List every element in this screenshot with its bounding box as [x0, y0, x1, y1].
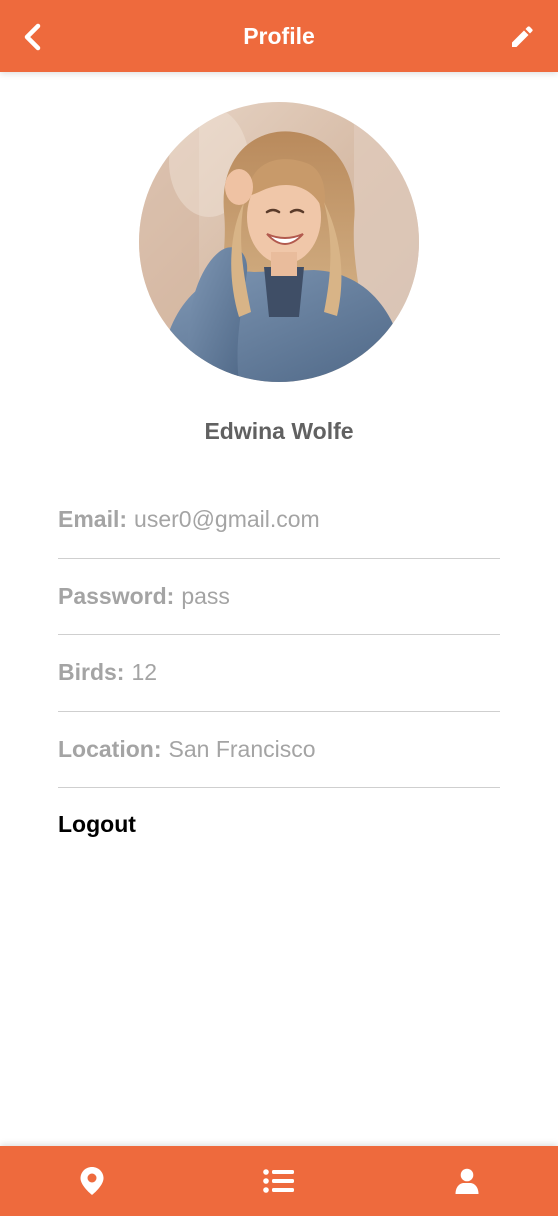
birds-row: Birds: 12 — [58, 635, 500, 712]
email-row: Email: user0@gmail.com — [58, 482, 500, 559]
profile-screen: Profile Edwina Wolfe Email: user0@gmail.… — [0, 0, 558, 1216]
map-pin-icon — [80, 1167, 104, 1195]
password-value: pass — [181, 582, 230, 609]
list-icon — [263, 1169, 294, 1193]
logout-button[interactable]: Logout — [58, 811, 136, 838]
location-value: San Francisco — [168, 735, 316, 762]
page-title: Profile — [243, 22, 315, 49]
password-label: Password: — [58, 582, 175, 609]
edit-profile-button[interactable] — [508, 23, 536, 51]
nav-profile-tab[interactable] — [427, 1146, 507, 1216]
profile-info-list: Email: user0@gmail.com Password: pass Bi… — [58, 482, 500, 788]
location-row: Location: San Francisco — [58, 712, 500, 788]
top-app-bar: Profile — [0, 0, 558, 72]
birds-label: Birds: — [58, 659, 125, 686]
user-name: Edwina Wolfe — [204, 418, 354, 444]
pencil-icon — [512, 26, 533, 47]
birds-value: 12 — [131, 659, 158, 686]
profile-avatar — [139, 102, 419, 382]
user-icon — [455, 1168, 479, 1194]
email-value: user0@gmail.com — [134, 506, 320, 533]
chevron-left-icon — [24, 23, 41, 51]
location-label: Location: — [58, 735, 162, 762]
nav-map-tab[interactable] — [52, 1146, 132, 1216]
bottom-navigation — [0, 1146, 558, 1216]
email-label: Email: — [58, 506, 128, 533]
profile-photo — [139, 102, 419, 382]
back-button[interactable] — [18, 22, 46, 52]
nav-list-tab[interactable] — [239, 1146, 319, 1216]
password-row: Password: pass — [58, 559, 500, 635]
